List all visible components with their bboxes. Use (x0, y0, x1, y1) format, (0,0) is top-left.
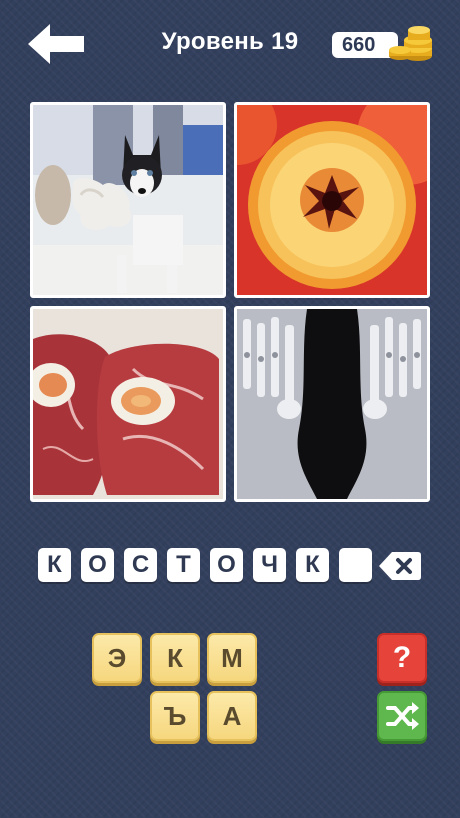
answer-slot-8[interactable] (339, 548, 372, 582)
beef-shank-icon (33, 309, 223, 499)
photo-beef-shank (30, 306, 226, 502)
letter-tile-4[interactable]: Ъ (150, 691, 200, 741)
coin-count: 660 (342, 34, 376, 56)
husky-puppy-icon (33, 105, 223, 295)
photo-foot-xray (234, 306, 430, 502)
shuffle-button[interactable] (377, 691, 427, 741)
peach-half-icon (237, 105, 427, 295)
letter-tile-2[interactable]: К (150, 633, 200, 683)
delete-letter-button[interactable] (378, 550, 422, 582)
answer-slot-3[interactable]: С (124, 548, 157, 582)
foot-xray-icon (237, 309, 427, 499)
letter-tile-3[interactable]: М (207, 633, 257, 683)
answer-slot-1[interactable]: К (38, 548, 71, 582)
answer-slot-2[interactable]: О (81, 548, 114, 582)
photo-peach-half (234, 102, 430, 298)
answer-slot-5[interactable]: О (210, 548, 243, 582)
answer-slot-6[interactable]: Ч (253, 548, 286, 582)
letter-tile-1[interactable]: Э (92, 633, 142, 683)
answer-slot-4[interactable]: Т (167, 548, 200, 582)
backspace-icon (379, 552, 421, 580)
letter-tile-5[interactable]: А (207, 691, 257, 741)
photo-husky-puppy (30, 102, 226, 298)
hint-button[interactable]: ? (377, 633, 427, 683)
shuffle-icon (386, 702, 419, 730)
answer-slot-7[interactable]: К (296, 548, 329, 582)
coin-stack-icon (388, 18, 434, 64)
